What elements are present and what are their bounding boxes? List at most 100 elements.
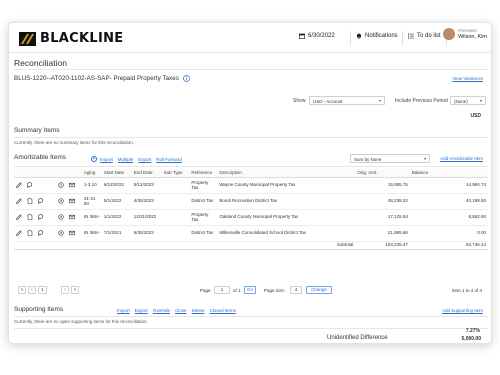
period-date-label: 6/30/2022	[308, 33, 335, 39]
supporting-empty-note: Currently, there are no open supporting …	[14, 319, 148, 324]
notifications-label: Notifications	[365, 33, 398, 39]
page-of-label: of 1	[233, 287, 241, 293]
table-row[interactable]: 31-31 60 5/1/2022 4/30/2023 District Tax Bon…	[14, 193, 488, 210]
table-row[interactable]: IN 366+ 7/1/2021 6/30/2022 District Tax Mill…	[14, 225, 488, 242]
todo-button[interactable]: To do list	[408, 33, 441, 39]
cell-balance: 0.00	[409, 225, 488, 242]
add-supporting-item-link[interactable]: Add Supporting Item	[442, 308, 483, 313]
closed-items-link[interactable]: Closed Items	[210, 308, 236, 313]
export-link[interactable]: Export	[135, 308, 148, 313]
edit-icon[interactable]	[16, 198, 22, 204]
close-link[interactable]: Close	[175, 308, 187, 313]
delete-link[interactable]: Delete	[192, 308, 205, 313]
cell-orig-amt: 48,238.22	[355, 193, 410, 210]
column-aging[interactable]: Aging	[81, 169, 102, 178]
add-circle-icon[interactable]: +	[91, 156, 97, 162]
chevron-down-icon: ▾	[479, 98, 482, 103]
column-description[interactable]: Description	[217, 169, 356, 178]
divider	[14, 328, 488, 329]
mail-icon[interactable]	[69, 230, 75, 236]
subtotal-orig-amt: 103,235.47	[355, 241, 410, 250]
cell-start-date: 7/1/2021	[101, 225, 132, 242]
last-page-button[interactable]: »	[71, 286, 79, 294]
cell-description: Oakland County Municipal Property Tax	[217, 209, 356, 226]
document-icon[interactable]	[27, 230, 33, 236]
include-previous-value: (None)	[454, 98, 468, 104]
show-select-value: USD - Account	[313, 98, 343, 104]
brand-logo[interactable]: BLACKLINE	[19, 31, 123, 46]
prev-page-button[interactable]: ‹	[28, 286, 36, 294]
change-button[interactable]: Change	[306, 286, 332, 294]
table-row[interactable]: 1-3 10 6/12/2022 5/12/2023 Property Tax Wayn…	[14, 177, 488, 194]
user-menu[interactable]: PREPARER Wilson, Kim	[442, 28, 487, 40]
include-previous-label: Include Previous Period	[395, 98, 448, 104]
export-link[interactable]: Export	[138, 157, 151, 162]
supporting-items-title: Supporting Items	[14, 306, 64, 313]
summary-items-title: Summary Items	[14, 127, 60, 134]
mail-icon[interactable]	[69, 214, 75, 220]
multiple-link[interactable]: Multiple	[118, 157, 134, 162]
include-previous-select[interactable]: (None) ▾	[450, 96, 486, 105]
document-icon[interactable]	[27, 214, 33, 220]
edit-icon[interactable]	[16, 182, 22, 188]
cell-sub-type	[161, 225, 190, 242]
cell-description: Bondi Recreation District Tax	[217, 193, 356, 210]
comment-icon[interactable]	[38, 198, 44, 204]
table-row[interactable]: IN 366+ 1/1/2022 12/31/2022 Property Tax Oak…	[14, 209, 488, 226]
view-icon[interactable]	[58, 214, 64, 220]
info-icon[interactable]	[183, 75, 190, 82]
cell-orig-amt: 17,125.84	[355, 209, 410, 226]
add-amortizable-item-link[interactable]: Add Amortizable Item	[440, 156, 483, 161]
user-name: Wilson, Kim	[457, 34, 487, 40]
roll-forward-link[interactable]: Roll Forward	[156, 157, 182, 162]
divider	[14, 316, 488, 317]
cell-aging: IN 366+	[81, 209, 102, 226]
cell-aging: 1-3 10	[81, 177, 102, 194]
column-balance[interactable]: Balance	[409, 169, 488, 178]
item-count-label: Item 1 to 4 of 4	[451, 287, 482, 293]
column-actions	[14, 169, 56, 178]
column-orig-amt[interactable]: Orig. Amt.	[355, 169, 410, 178]
import-link[interactable]: Import	[117, 308, 130, 313]
view-icon[interactable]	[58, 230, 64, 236]
edit-icon[interactable]	[16, 214, 22, 220]
cell-balance: 14,984.74	[409, 177, 488, 194]
next-page-button[interactable]: ›	[61, 286, 69, 294]
column-end-date[interactable]: End Date	[131, 169, 162, 178]
history-icon[interactable]	[58, 182, 64, 188]
go-button[interactable]: Go	[244, 286, 256, 294]
view-icon[interactable]	[58, 198, 64, 204]
comment-icon[interactable]	[27, 182, 33, 188]
page-input[interactable]: 1	[214, 286, 230, 294]
current-page-box[interactable]: 1	[38, 286, 47, 294]
document-icon[interactable]	[27, 198, 33, 204]
column-reference[interactable]: Reference	[189, 169, 218, 178]
cell-start-date: 6/12/2022	[101, 177, 132, 194]
comment-icon[interactable]	[38, 230, 44, 236]
column-start-date[interactable]: Start Date	[101, 169, 132, 178]
column-icons	[55, 169, 82, 178]
page-size-input[interactable]: 4	[290, 286, 302, 294]
import-link[interactable]: Import	[100, 157, 113, 162]
notifications-button[interactable]: Notifications	[356, 33, 398, 39]
period-date[interactable]: 6/30/2022	[299, 33, 335, 39]
supporting-toolbar: Import Export Override Close Delete Clos…	[117, 308, 241, 313]
row-icons	[55, 209, 82, 226]
sum-by-value: Sum by None	[354, 156, 382, 162]
mail-icon[interactable]	[69, 198, 75, 204]
row-actions	[14, 225, 56, 242]
chevron-down-icon: ▾	[423, 156, 426, 161]
view-variances-link[interactable]: View Variances	[452, 76, 483, 81]
column-sub-type[interactable]: Sub Type	[161, 169, 190, 178]
unidentified-difference-label: Unidentified Difference	[327, 335, 388, 341]
show-select[interactable]: USD - Account ▾	[309, 96, 385, 105]
mail-icon[interactable]	[69, 182, 75, 188]
override-link[interactable]: Override	[153, 308, 170, 313]
edit-icon[interactable]	[16, 230, 22, 236]
sum-by-select[interactable]: Sum by None ▾	[350, 154, 430, 163]
divider	[14, 137, 488, 138]
cell-sub-type	[161, 177, 190, 194]
cell-reference: Property Tax	[189, 209, 218, 226]
first-page-button[interactable]: «	[18, 286, 26, 294]
comment-icon[interactable]	[38, 214, 44, 220]
